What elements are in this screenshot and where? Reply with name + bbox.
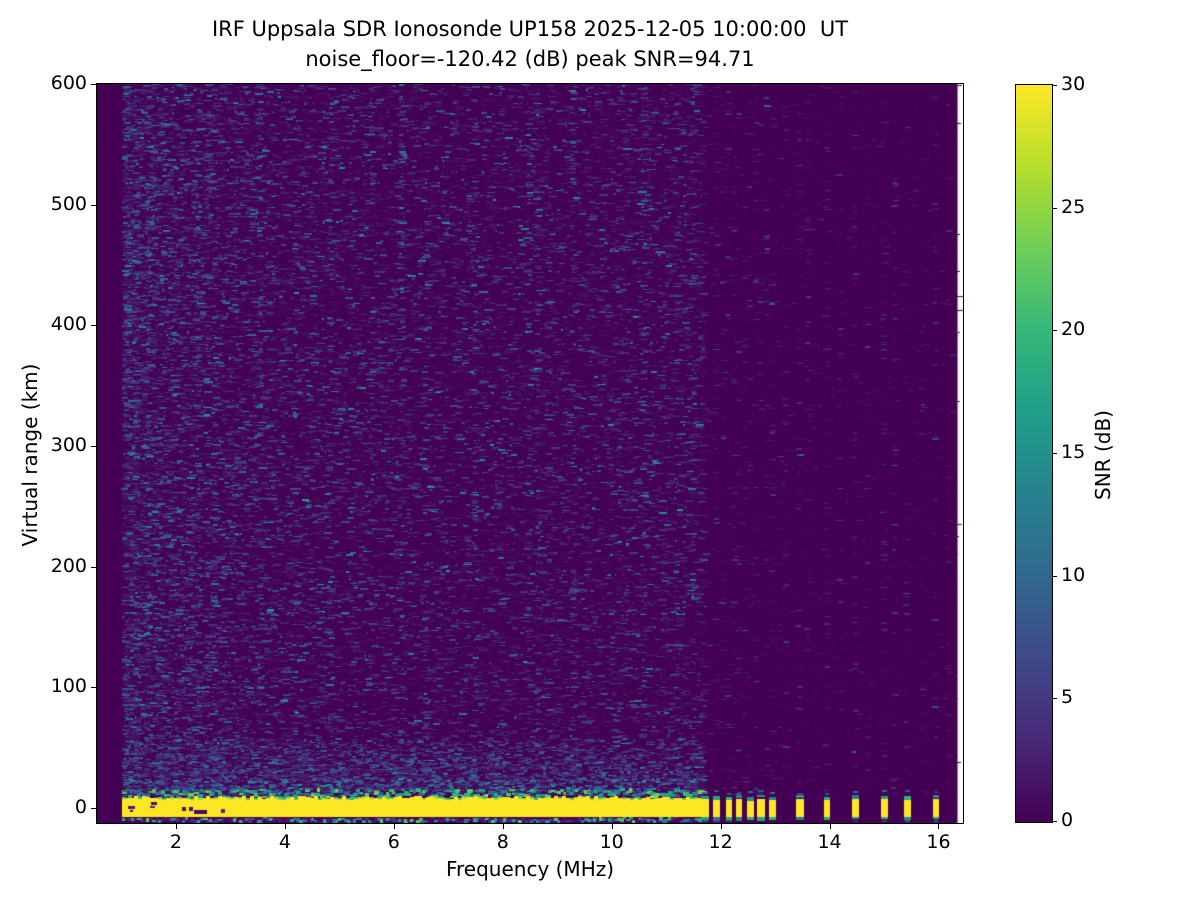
- x-tick-label: 4: [279, 831, 291, 853]
- colorbar-tick-label: 30: [1061, 73, 1085, 95]
- plot-area: [96, 83, 964, 824]
- x-tick-label: 12: [709, 831, 733, 853]
- y-tick-mark: [91, 687, 96, 688]
- y-tick-mark: [91, 205, 96, 206]
- colorbar-tick-label: 25: [1061, 196, 1085, 218]
- x-tick-label: 8: [497, 831, 509, 853]
- y-axis-label: Virtual range (km): [18, 230, 42, 680]
- y-tick-mark: [91, 567, 96, 568]
- chart-subtitle: noise_floor=-120.42 (dB) peak SNR=94.71: [97, 47, 963, 71]
- colorbar: [1015, 84, 1053, 823]
- x-tick-label: 10: [600, 831, 624, 853]
- x-tick-label: 2: [170, 831, 182, 853]
- y-tick-label: 100: [0, 675, 87, 697]
- x-tick-mark: [394, 824, 395, 829]
- colorbar-label: SNR (dB): [1091, 230, 1115, 680]
- y-tick-mark: [91, 325, 96, 326]
- y-tick-label: 300: [0, 434, 87, 456]
- colorbar-tick-label: 15: [1061, 441, 1085, 463]
- colorbar-tick-label: 10: [1061, 564, 1085, 586]
- y-tick-label: 500: [0, 193, 87, 215]
- x-tick-mark: [721, 824, 722, 829]
- x-tick-mark: [285, 824, 286, 829]
- chart-title: IRF Uppsala SDR Ionosonde UP158 2025-12-…: [97, 17, 963, 41]
- y-tick-label: 0: [0, 796, 87, 818]
- x-tick-mark: [938, 824, 939, 829]
- y-tick-mark: [91, 808, 96, 809]
- ionogram-heatmap: [97, 84, 963, 823]
- x-tick-label: 16: [926, 831, 950, 853]
- y-tick-mark: [91, 84, 96, 85]
- x-tick-label: 14: [817, 831, 841, 853]
- y-tick-label: 400: [0, 313, 87, 335]
- y-tick-mark: [91, 446, 96, 447]
- x-tick-label: 6: [388, 831, 400, 853]
- x-tick-mark: [612, 824, 613, 829]
- colorbar-tick-label: 20: [1061, 318, 1085, 340]
- x-tick-mark: [176, 824, 177, 829]
- colorbar-tick-label: 0: [1061, 809, 1073, 831]
- y-tick-label: 200: [0, 555, 87, 577]
- x-tick-mark: [503, 824, 504, 829]
- ionogram-figure: IRF Uppsala SDR Ionosonde UP158 2025-12-…: [0, 0, 1200, 900]
- x-tick-mark: [830, 824, 831, 829]
- x-axis-label: Frequency (MHz): [97, 857, 963, 881]
- y-tick-label: 600: [0, 72, 87, 94]
- colorbar-tick-label: 5: [1061, 686, 1073, 708]
